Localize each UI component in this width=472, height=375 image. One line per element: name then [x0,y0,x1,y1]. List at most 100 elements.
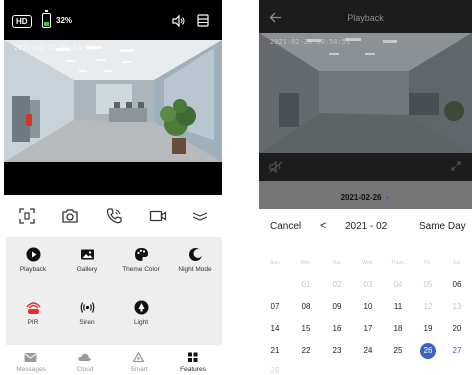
calendar-day[interactable]: 07 [260,300,290,314]
selected-date: 2021-02-26 [340,193,382,202]
hd-toggle-button[interactable]: HD [12,15,32,28]
weekday-label: Sun. [269,260,281,266]
phone-call-icon[interactable] [105,207,123,225]
feature-label: Night Mode [178,266,212,273]
selected-date-label: 2021-02-26 ▼ [259,193,472,202]
calendar-day[interactable]: 14 [260,322,290,336]
feature-pir[interactable]: PIR [6,292,60,344]
calendar-day: 28 [270,366,280,375]
feature-night-mode[interactable]: Night Mode [168,239,222,291]
calendar-day: 01 [301,280,311,289]
date-selector[interactable]: 2021-02-26 ▼ [259,181,472,209]
camera-icon[interactable] [61,207,79,225]
feature-playback[interactable]: Playback [6,239,60,291]
tab-label: Features [180,366,206,373]
palette-icon [135,248,148,261]
tab-label: Smart [130,366,148,373]
tab-cloud[interactable]: Cloud [58,350,112,375]
office-scene-image [4,40,222,162]
same-day-button[interactable]: Same Day [419,221,466,232]
calendar-day[interactable]: 19 [413,322,443,336]
calendar-day[interactable]: 17 [353,322,383,336]
calendar-day[interactable]: 22 [291,344,321,358]
expand-icon[interactable] [451,161,461,171]
light-icon [134,300,149,315]
feature-label: Playback [19,266,47,273]
calendar-day: 12 [423,302,433,311]
tab-features[interactable]: Features [166,350,220,375]
grid-icon [188,352,198,362]
tab-messages[interactable]: Messages [4,350,58,375]
calendar-day: 05 [423,280,433,289]
calendar-day: 13 [452,302,462,311]
weekday-label: Thurs. [390,260,406,266]
prev-month-button[interactable]: < [320,220,326,232]
cancel-button[interactable]: Cancel [270,221,301,232]
bottom-tab-bar: Messages Cloud Smart Features [4,349,222,375]
playback-header: Playback [259,0,472,36]
playback-controls [259,153,472,181]
feature-label: PIR [27,319,39,326]
calendar-day[interactable]: 16 [322,322,352,336]
feature-theme-color[interactable]: Theme Color [114,239,168,291]
calendar-month-label: 2021 - 02 [345,221,388,232]
play-icon [26,247,41,262]
chevron-down-icon: ▼ [384,196,391,202]
calendar-day[interactable]: 25 [383,344,413,358]
calendar-day[interactable]: 08 [291,300,321,314]
calendar-day[interactable]: 18 [383,322,413,336]
calendar-picker: Cancel < 2021 - 02 Same Day Sun. Mon. Tu… [259,209,472,375]
feature-label: Light [133,319,149,326]
siren-icon [80,302,95,313]
calendar-day[interactable]: 15 [291,322,321,336]
weekday-label: Sat. [452,260,462,266]
recycle-icon [132,352,145,363]
gallery-icon [81,249,94,260]
tab-smart[interactable]: Smart [112,350,166,375]
feature-grid: Playback Gallery Theme Color Night Mode [6,237,222,345]
moon-icon [189,248,203,261]
live-view-header: HD 32% 2021-02-21 10:14:16 [4,0,222,195]
page-title: Playback [347,13,384,23]
live-video-feed[interactable]: 2021-02-21 10:14:16 [4,40,222,162]
speaker-icon[interactable] [172,14,186,28]
calendar-day[interactable]: 24 [353,344,383,358]
fullscreen-icon[interactable] [18,207,36,225]
playback-timestamp: 2021-02-26 08:58:53 [270,38,351,46]
weekday-label: Mon. [300,260,312,266]
playback-screen: Playback 2021-02-26 08:58:53 2021-02-26 … [259,0,472,375]
feature-siren[interactable]: Siren [60,292,114,344]
tab-label: Cloud [76,366,94,373]
calendar-day[interactable]: 23 [322,344,352,358]
office-scene-dim-image [259,33,472,153]
calendar-day[interactable]: 10 [353,300,383,314]
calendar-day[interactable]: 20 [442,322,472,336]
playback-video[interactable]: 2021-02-26 08:58:53 [259,33,472,153]
calendar-day[interactable]: 21 [260,344,290,358]
calendar-day[interactable]: 11 [383,300,413,314]
collapse-chevron-icon[interactable] [191,207,209,225]
feature-label: Gallery [76,266,98,273]
calendar-day[interactable]: 06 [442,278,472,292]
video-record-icon[interactable] [149,207,167,225]
calendar-day: 02 [332,280,342,289]
calendar-day-today[interactable]: 27 [442,344,472,358]
live-control-bar [4,203,222,229]
pir-icon [26,302,41,314]
live-timestamp: 2021-02-21 10:14:16 [14,44,95,52]
battery-level-text: 32% [56,16,73,25]
calendar-day: 03 [363,280,373,289]
tab-label: Messages [16,366,46,373]
calendar-day-selected[interactable]: 26 [413,343,443,359]
layout-icon[interactable] [197,14,209,27]
live-view-screen: HD 32% 2021-02-21 10:14:16 Playback Gall… [4,0,222,375]
feature-gallery[interactable]: Gallery [60,239,114,291]
calendar-day: 04 [393,280,403,289]
mute-icon[interactable] [269,161,285,173]
calendar-header: Cancel < 2021 - 02 Same Day [259,209,472,243]
weekday-label: Fri. [424,260,432,266]
calendar-day[interactable]: 09 [322,300,352,314]
battery-icon [42,10,51,28]
weekday-label: Tue. [332,260,342,266]
feature-light[interactable]: Light [114,292,168,344]
